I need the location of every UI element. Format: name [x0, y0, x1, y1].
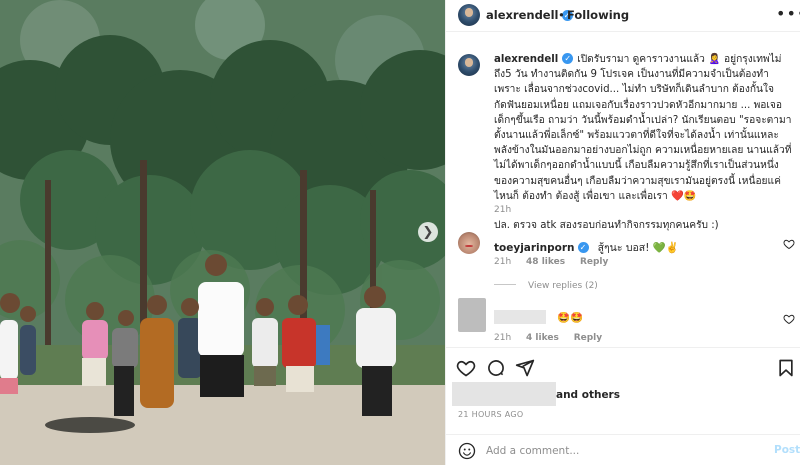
comment-text: 🤩🤩: [557, 312, 584, 324]
owner-avatar[interactable]: [458, 4, 480, 26]
next-arrow-icon: ❯: [422, 224, 434, 240]
more-options-icon[interactable]: •••: [776, 4, 800, 23]
following-button[interactable]: Following: [567, 8, 629, 22]
commenter-avatar[interactable]: [458, 232, 480, 254]
comment-icon[interactable]: [486, 358, 506, 378]
post-comment-button[interactable]: Post: [774, 444, 800, 456]
share-icon[interactable]: [515, 358, 535, 378]
comment-item: toeyjarinporn ✓ สู้ๆนะ บอส! 💚✌️: [494, 236, 779, 256]
caption-ps: ปล. ตรวจ atk สองรอบก่อนทำกิจกรรมทุกคนครั…: [494, 220, 719, 232]
view-replies-label: View replies (2): [528, 281, 598, 291]
comment-likes[interactable]: 4 likes: [526, 333, 559, 343]
post-caption: alexrendell ✓ เปิดรับรามา ดูคาราวงานแล้ว 🙎…: [494, 52, 794, 233]
caption-text: เปิดรับรามา ดูคาราวงานแล้ว 🙎‍♀️ อยู่กรุง…: [494, 54, 792, 202]
bookmark-icon[interactable]: [776, 358, 796, 378]
divider-line: [494, 284, 516, 285]
heart-icon[interactable]: [783, 238, 795, 250]
post-photo[interactable]: ❯: [0, 0, 445, 465]
photo-scene: [0, 0, 445, 465]
next-photo-button[interactable]: ❯: [418, 222, 438, 242]
verified-badge-icon: ✓: [577, 242, 589, 253]
comment-meta: 21h 48 likes Reply: [494, 257, 620, 267]
hidden-avatar: [458, 298, 486, 332]
verified-badge-icon: ✓: [562, 53, 574, 64]
likes-summary[interactable]: and others: [556, 389, 620, 401]
comment-time: 21h: [494, 257, 512, 267]
caption-time: 21h: [494, 205, 512, 215]
reply-button[interactable]: Reply: [574, 333, 602, 343]
comment-input[interactable]: [486, 441, 746, 461]
caption-username[interactable]: alexrendell: [494, 54, 558, 65]
post-timestamp[interactable]: 21 HOURS AGO: [458, 410, 524, 419]
emoji-icon[interactable]: [458, 442, 476, 460]
post-header: alexrendell✓ • Following •••: [446, 0, 800, 32]
comment-text: สู้ๆนะ บอส! 💚✌️: [597, 242, 679, 254]
separator-dot: •: [558, 8, 565, 22]
view-replies-button[interactable]: View replies (2): [494, 281, 598, 291]
redacted-liker: [452, 382, 556, 406]
heart-icon[interactable]: [456, 358, 476, 378]
owner-username[interactable]: alexrendell: [486, 8, 559, 22]
comment-username[interactable]: toeyjarinporn: [494, 242, 575, 254]
heart-icon[interactable]: [783, 313, 795, 325]
comment-time: 21h: [494, 333, 512, 343]
comment-meta: 21h 4 likes Reply: [494, 333, 614, 343]
comment-likes[interactable]: 48 likes: [526, 257, 565, 267]
comment-composer: Post: [446, 434, 800, 465]
comment-item: 🤩🤩: [494, 306, 779, 325]
caption-owner-avatar[interactable]: [458, 54, 480, 76]
reply-button[interactable]: Reply: [580, 257, 608, 267]
redacted-username: [494, 310, 546, 324]
likes-row: and others: [446, 380, 800, 408]
post-details-panel: alexrendell✓ • Following ••• alexrendell…: [445, 0, 800, 465]
